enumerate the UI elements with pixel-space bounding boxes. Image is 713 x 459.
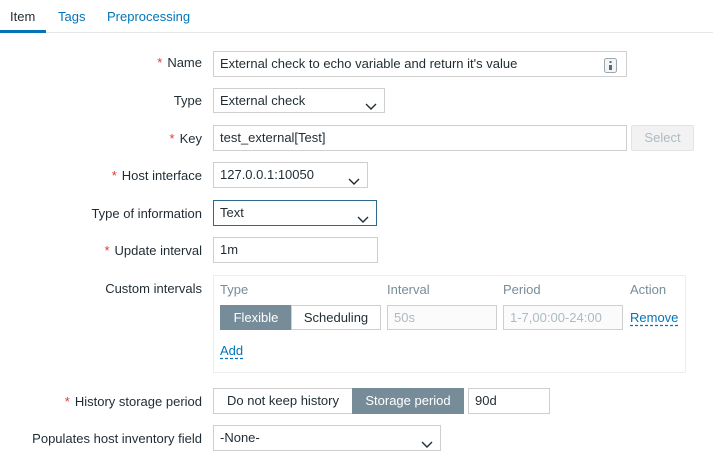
inventory-field-label-text: Populates host inventory field bbox=[32, 431, 202, 446]
key-label: * Key bbox=[170, 131, 202, 146]
name-label-text: Name bbox=[167, 55, 202, 70]
column-header-action: Action bbox=[630, 282, 667, 297]
chevron-down-icon bbox=[357, 208, 369, 223]
scheduling-toggle[interactable]: Scheduling bbox=[291, 305, 381, 330]
key-field[interactable]: test_external[Test] bbox=[213, 125, 627, 151]
interval-placeholder: 50s bbox=[394, 310, 415, 325]
name-value: External check to echo variable and retu… bbox=[220, 56, 518, 71]
tab-preprocessing[interactable]: Preprocessing bbox=[107, 9, 190, 24]
history-storage-label: * History storage period bbox=[65, 394, 202, 409]
remove-link[interactable]: Remove bbox=[630, 310, 678, 325]
flexible-toggle[interactable]: Flexible bbox=[220, 305, 292, 330]
chevron-down-icon bbox=[365, 95, 377, 110]
chevron-down-icon bbox=[348, 170, 360, 185]
host-interface-value: 127.0.0.1:10050 bbox=[220, 167, 314, 182]
tab-bar: Item Tags Preprocessing bbox=[0, 0, 713, 33]
column-header-type: Type bbox=[220, 282, 249, 297]
host-interface-label-text: Host interface bbox=[121, 168, 202, 183]
context-menu-icon[interactable] bbox=[604, 57, 617, 73]
required-mark: * bbox=[169, 131, 175, 146]
name-label: * Name bbox=[157, 55, 202, 70]
period-input[interactable]: 1-7,00:00-24:00 bbox=[503, 305, 623, 330]
inventory-field-label: Populates host inventory field bbox=[32, 431, 202, 446]
update-interval-value: 1m bbox=[220, 242, 239, 257]
period-placeholder: 1-7,00:00-24:00 bbox=[510, 310, 602, 325]
active-tab-indicator bbox=[0, 30, 46, 33]
type-of-information-select[interactable]: Text bbox=[213, 200, 377, 226]
type-label-text: Type bbox=[173, 93, 202, 108]
required-mark: * bbox=[104, 243, 110, 258]
custom-intervals-label-text: Custom intervals bbox=[105, 281, 202, 296]
history-storage-label-text: History storage period bbox=[74, 394, 202, 409]
column-header-interval: Interval bbox=[387, 282, 430, 297]
required-mark: * bbox=[157, 55, 163, 70]
add-link[interactable]: Add bbox=[220, 343, 243, 358]
do-not-keep-history-toggle[interactable]: Do not keep history bbox=[213, 388, 353, 414]
update-interval-label: * Update interval bbox=[104, 243, 202, 258]
type-value: External check bbox=[220, 93, 306, 108]
key-label-text: Key bbox=[179, 131, 202, 146]
type-of-information-label: Type of information bbox=[91, 206, 202, 221]
tab-tags[interactable]: Tags bbox=[58, 9, 85, 24]
history-period-field[interactable]: 90d bbox=[468, 388, 550, 414]
name-field[interactable]: External check to echo variable and retu… bbox=[213, 51, 627, 77]
inventory-field-select[interactable]: -None- bbox=[213, 425, 441, 451]
tab-item[interactable]: Item bbox=[10, 9, 35, 24]
select-button[interactable]: Select bbox=[631, 125, 694, 151]
history-period-value: 90d bbox=[475, 393, 497, 408]
chevron-down-icon bbox=[421, 433, 433, 448]
storage-period-toggle[interactable]: Storage period bbox=[352, 388, 464, 414]
type-of-information-label-text: Type of information bbox=[91, 206, 202, 221]
type-select[interactable]: External check bbox=[213, 88, 385, 113]
update-interval-label-text: Update interval bbox=[114, 243, 202, 258]
inventory-field-value: -None- bbox=[220, 430, 260, 445]
required-mark: * bbox=[111, 168, 117, 183]
host-interface-select[interactable]: 127.0.0.1:10050 bbox=[213, 162, 368, 188]
update-interval-field[interactable]: 1m bbox=[213, 237, 378, 263]
column-header-period: Period bbox=[503, 282, 541, 297]
interval-input[interactable]: 50s bbox=[387, 305, 497, 330]
key-value: test_external[Test] bbox=[220, 130, 326, 145]
type-of-information-value: Text bbox=[220, 205, 244, 220]
required-mark: * bbox=[64, 394, 70, 409]
custom-intervals-label: Custom intervals bbox=[105, 281, 202, 296]
host-interface-label: * Host interface bbox=[112, 168, 202, 183]
type-label: Type bbox=[174, 93, 202, 108]
